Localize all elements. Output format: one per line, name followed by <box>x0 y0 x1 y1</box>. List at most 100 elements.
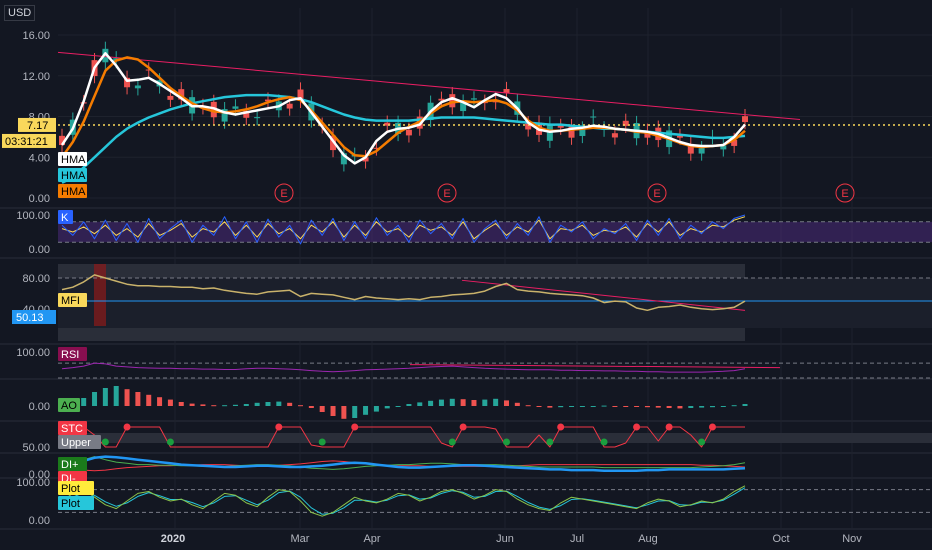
ao-bar <box>655 406 661 408</box>
stc-signal-dot-green <box>600 438 608 446</box>
ao-y-tick: 0.00 <box>29 401 50 413</box>
stc-signal-dot-red <box>557 423 565 431</box>
ao-bar <box>482 399 488 406</box>
ao-bar <box>189 403 195 406</box>
x-tick-label: Nov <box>842 533 862 545</box>
candle-body <box>470 98 477 100</box>
stc-signal-dot-red <box>459 423 467 431</box>
stc-signal-dot-green <box>698 438 706 446</box>
earnings-marker-label: E <box>443 188 450 200</box>
ao-bar <box>232 404 238 406</box>
ao-bar <box>514 402 520 406</box>
rsi-legend-label: RSI <box>61 349 79 361</box>
ao-bar <box>157 397 163 406</box>
ao-bar <box>265 402 271 406</box>
candle-body <box>698 148 705 154</box>
ao-bar <box>135 392 141 406</box>
ao-bar <box>146 394 152 406</box>
ao-bar <box>731 405 737 407</box>
candle-body <box>134 85 141 89</box>
x-tick-label: Oct <box>772 533 789 545</box>
stc-signal-dot-red <box>123 423 131 431</box>
ao-bar <box>287 402 293 406</box>
ao-bar <box>547 406 553 408</box>
ao-bar <box>352 406 358 418</box>
mfi-value-tag: 50.13 <box>16 312 44 324</box>
stoch-y-tick: 100.00 <box>16 210 50 222</box>
ao-bar <box>81 398 87 406</box>
price-y-tick: 16.00 <box>22 30 50 42</box>
ao-bar <box>493 398 499 406</box>
ao-bar <box>330 406 336 416</box>
candle-body <box>405 129 412 136</box>
ao-bar <box>363 406 369 415</box>
x-tick-label: Apr <box>363 533 380 545</box>
ao-bar <box>395 406 401 407</box>
ao-bar <box>699 406 705 408</box>
countdown-tag: 03:31:21 <box>5 136 48 148</box>
ao-bar <box>384 406 390 409</box>
ao-bar <box>200 404 206 406</box>
ao-bar <box>308 406 314 408</box>
ao-bar <box>92 392 98 406</box>
earnings-marker-label: E <box>841 188 848 200</box>
ao-bar <box>644 406 650 408</box>
stc-upper-legend-label: Upper <box>61 437 91 449</box>
x-tick-label: Mar <box>291 533 310 545</box>
price-legend-label: HMA <box>61 186 86 198</box>
ao-bar <box>525 405 531 407</box>
candle-body <box>742 116 748 123</box>
stc-signal-dot-red <box>275 423 283 431</box>
price-legend-label: HMA <box>61 170 86 182</box>
ao-bar <box>709 406 715 408</box>
ao-bar <box>254 402 260 406</box>
price-y-tick: 12.00 <box>22 71 50 83</box>
candle-body <box>590 116 597 118</box>
ao-bar <box>276 401 282 406</box>
osc-y-tick: 100.00 <box>16 477 50 489</box>
ao-bar <box>677 406 683 409</box>
stc-legend-label: STC <box>61 423 83 435</box>
ao-bar <box>558 406 564 408</box>
stoch-band <box>58 221 932 243</box>
ao-bar <box>211 405 217 407</box>
osc-legend-label-1: Plot <box>61 483 80 495</box>
ao-bar <box>341 406 347 419</box>
earnings-marker-label: E <box>653 188 660 200</box>
stc-signal-dot-green <box>502 438 510 446</box>
ao-bar <box>222 405 228 407</box>
ao-bar <box>102 388 108 406</box>
mfi-legend-label: MFI <box>61 295 80 307</box>
ao-bar <box>113 386 119 406</box>
ao-bar <box>417 402 423 406</box>
stc-signal-dot-green <box>101 438 109 446</box>
ao-bar <box>460 399 466 406</box>
ao-bar <box>428 400 434 406</box>
ao-bar <box>536 406 542 407</box>
mfi-y-tick: 80.00 <box>22 273 50 285</box>
candle-body <box>611 133 618 138</box>
osc-y-tick: 0.00 <box>29 515 50 527</box>
ao-bar <box>590 406 596 407</box>
price-y-tick: 4.00 <box>29 152 50 164</box>
mfi-mid-band <box>58 278 932 328</box>
ao-bar <box>569 406 575 407</box>
last-price-tag: 7.17 <box>27 120 48 132</box>
mfi-upper-band <box>58 264 745 278</box>
ao-bar <box>688 406 694 408</box>
mfi-lower-band <box>58 328 745 341</box>
candle-body <box>232 106 239 109</box>
ao-bar <box>373 406 379 412</box>
x-tick-label: 2020 <box>161 533 185 545</box>
ao-legend-label: AO <box>61 400 77 412</box>
ao-bar <box>579 406 585 407</box>
candle-body <box>254 117 261 119</box>
stoch-legend-label: K <box>61 212 69 224</box>
chart-canvas[interactable]: 16.0012.008.004.000.007.1703:31:21HMAHMA… <box>0 0 932 550</box>
ao-bar <box>720 406 726 407</box>
currency-label: USD <box>4 5 36 21</box>
x-tick-label: Jul <box>570 533 584 545</box>
ao-bar <box>634 406 640 407</box>
stc-signal-dot-green <box>318 438 326 446</box>
ao-bar <box>601 405 607 407</box>
